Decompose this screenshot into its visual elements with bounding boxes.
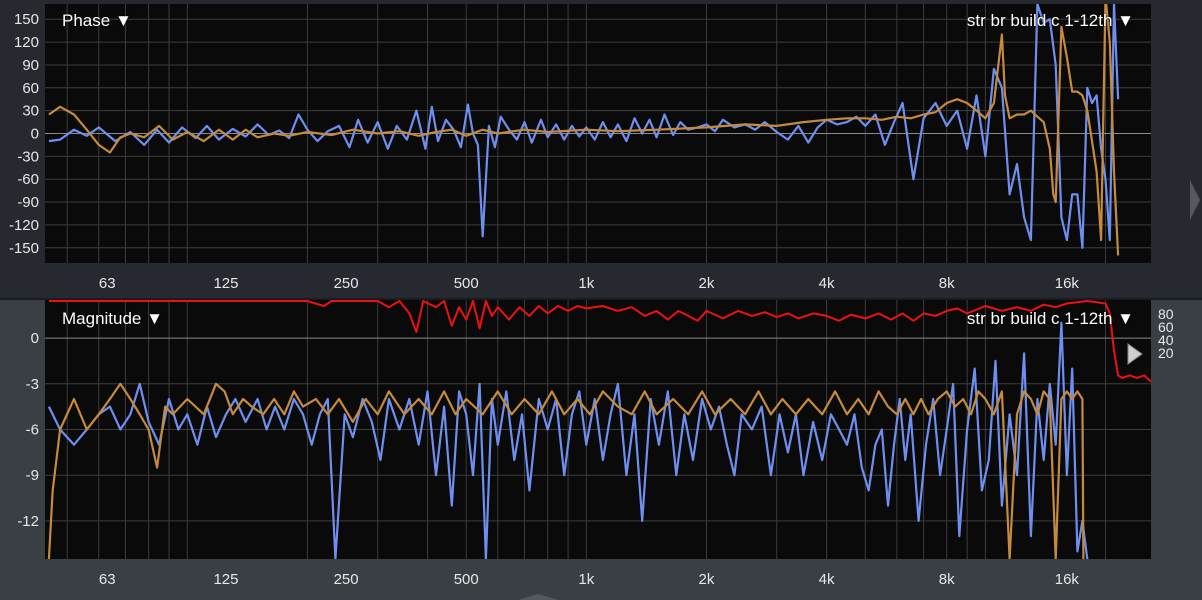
x-tick-label: 125: [213, 275, 238, 292]
x-tick-label: 16k: [1055, 571, 1080, 588]
x-tick-label: 63: [99, 571, 116, 588]
x-tick-label: 16k: [1055, 275, 1080, 292]
x-tick-label: 500: [454, 275, 479, 292]
y-tick-label: -120: [9, 217, 39, 234]
x-tick-label: 1k: [578, 571, 594, 588]
magnitude-view-label: Magnitude: [62, 309, 142, 328]
y-tick-label: 90: [22, 57, 39, 74]
phase-view-label: Phase: [62, 11, 111, 30]
y-tick-label: -3: [26, 376, 39, 393]
drag-handle-icon[interactable]: [518, 594, 558, 600]
x-tick-label: 250: [334, 275, 359, 292]
phase-chart[interactable]: 150 120 90 60 30 0 -30 -60 -90 -120 -150 63 125 250 50…: [0, 0, 1202, 298]
x-tick-label: 125: [213, 571, 238, 588]
chevron-right-icon[interactable]: [1188, 176, 1202, 224]
y-tick-label: 60: [22, 80, 39, 97]
x-tick-label: 63: [99, 275, 116, 292]
coherence-tick-label: 20: [1158, 345, 1174, 361]
chevron-down-icon: ▼: [1117, 309, 1134, 328]
y-tick-label: 30: [22, 103, 39, 120]
x-tick-label: 8k: [939, 571, 955, 588]
chevron-down-icon: ▼: [146, 309, 163, 328]
x-tick-label: 2k: [699, 275, 715, 292]
magnitude-view-dropdown[interactable]: Magnitude ▼: [62, 309, 163, 329]
x-tick-label: 500: [454, 571, 479, 588]
phase-view-dropdown[interactable]: Phase ▼: [62, 11, 132, 31]
chevron-down-icon: ▼: [114, 11, 132, 30]
y-tick-label: -9: [26, 467, 39, 484]
x-tick-label: 4k: [819, 571, 835, 588]
magnitude-chart[interactable]: 0-3-6-9-1263 125 250 500 1k 2k 4k 8k 16k80604020: [0, 300, 1202, 600]
phase-trace-dropdown[interactable]: str br build c 1-12th ▼: [967, 11, 1134, 31]
chevron-down-icon: ▼: [1117, 11, 1134, 30]
x-tick-label: 250: [334, 571, 359, 588]
y-tick-label: -6: [26, 422, 39, 439]
magnitude-panel: 0 -3 -6 -9 -12 63 125 250 500 1k 2k 4k 8k 16k 80 60 40 20…: [0, 300, 1202, 600]
magnitude-trace-label: str br build c 1-12th: [966, 309, 1113, 328]
y-tick-label: 0: [31, 126, 39, 143]
x-tick-label: 2k: [699, 571, 715, 588]
y-tick-label: 0: [31, 330, 39, 347]
phase-panel: 150 120 90 60 30 0 -30 -60 -90 -120 -150 63 125 250 50…: [0, 0, 1202, 298]
y-tick-label: -30: [17, 148, 39, 165]
x-tick-label: 8k: [939, 275, 955, 292]
y-tick-label: 120: [14, 34, 39, 51]
y-tick-label: 150: [14, 11, 39, 28]
x-tick-label: 4k: [819, 275, 835, 292]
y-tick-label: -12: [17, 513, 39, 530]
y-tick-label: -150: [9, 240, 39, 257]
x-tick-label: 1k: [578, 275, 594, 292]
y-tick-label: -90: [17, 194, 39, 211]
magnitude-trace-dropdown[interactable]: str br build c 1-12th ▼: [967, 309, 1134, 329]
phase-trace-label: str br build c 1-12th: [966, 11, 1113, 30]
y-tick-label: -60: [17, 171, 39, 188]
